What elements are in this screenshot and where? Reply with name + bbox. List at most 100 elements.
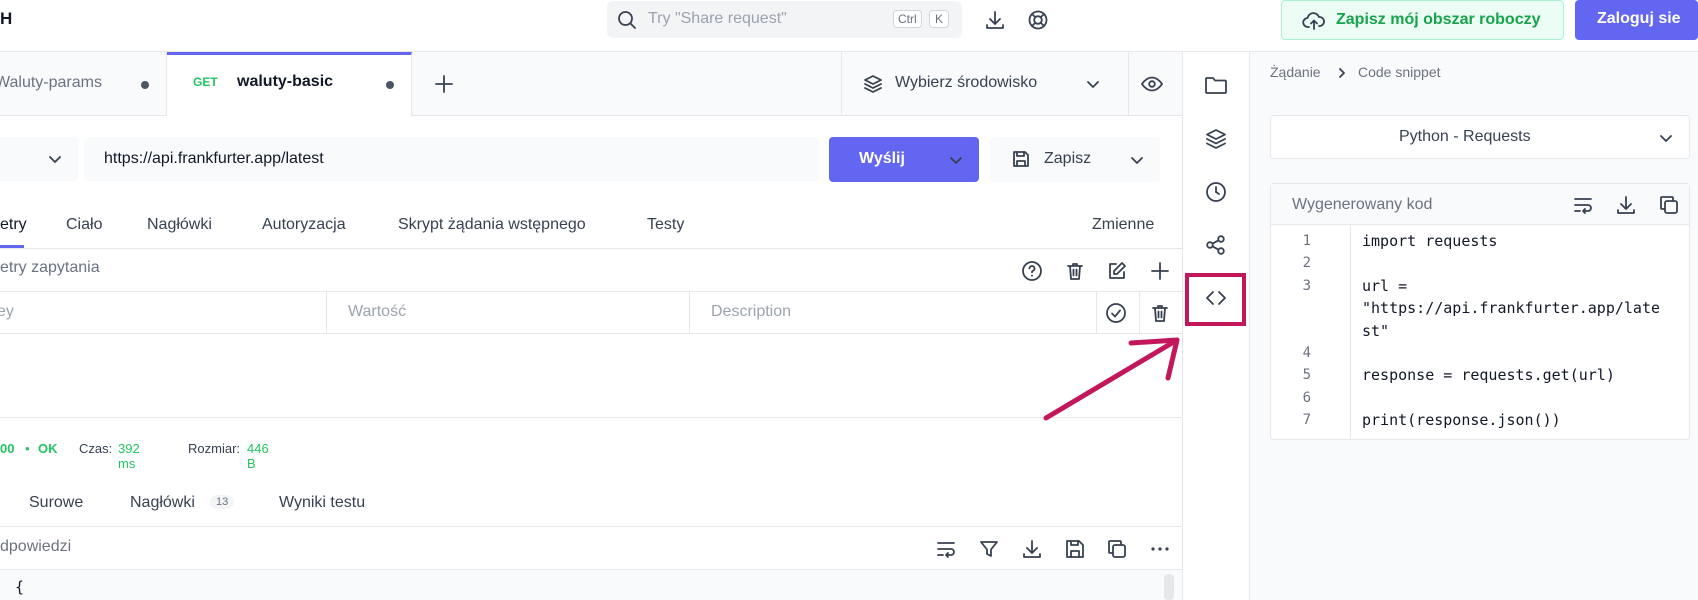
copy-response-icon[interactable]: [1106, 538, 1128, 560]
tab-params[interactable]: etry: [0, 216, 27, 234]
history-clock-icon[interactable]: [1204, 180, 1228, 204]
tab-tests[interactable]: Testy: [647, 216, 684, 234]
more-options-icon[interactable]: [1149, 538, 1171, 560]
download-code-icon[interactable]: [1615, 194, 1637, 216]
line-number: 2: [1302, 255, 1311, 272]
search-box[interactable]: Try "Share request" Ctrl K: [607, 1, 962, 38]
send-label: Wyślij: [859, 150, 905, 167]
code-lines[interactable]: 1 import requests 2 3 url = "https://api.f…: [1271, 230, 1689, 432]
code-line: 6: [1271, 387, 1689, 409]
send-button[interactable]: Wyślij: [829, 137, 979, 182]
time-label: Czas:: [79, 441, 113, 456]
chevron-down-icon: [1658, 130, 1674, 146]
request-tab-waluty-basic[interactable]: GET waluty-basic: [167, 52, 412, 116]
tab-method: GET: [193, 75, 218, 89]
line-number: 7: [1302, 412, 1311, 429]
line-number: 4: [1302, 344, 1311, 361]
delete-all-trash-icon[interactable]: [1064, 260, 1086, 282]
save-request-button[interactable]: Zapisz: [990, 137, 1160, 182]
tab-raw[interactable]: Surowe: [29, 494, 83, 512]
shortcut-key-ctrl: Ctrl: [893, 10, 922, 28]
chevron-down-icon: [47, 151, 63, 167]
param-key-input[interactable]: ey: [0, 303, 14, 321]
eye-icon[interactable]: [1140, 74, 1164, 94]
status-code: 00: [0, 441, 15, 456]
annotation-arrow: [1043, 337, 1180, 421]
variables-link[interactable]: Zmienne: [1092, 216, 1154, 234]
send-chevron-down-icon[interactable]: [948, 152, 964, 168]
size-value: 446 B: [247, 441, 269, 471]
add-param-plus-icon[interactable]: [1149, 260, 1171, 282]
right-icon-sidebar: [1183, 52, 1249, 600]
download-icon[interactable]: [984, 9, 1006, 31]
method-select[interactable]: [0, 137, 78, 181]
tab-headers[interactable]: Nagłówki: [147, 216, 212, 234]
params-row: ey Wartość Description: [0, 291, 1182, 334]
response-section-title: dpowiedzi: [0, 538, 72, 555]
param-value-input[interactable]: Wartość: [348, 303, 406, 321]
code-line: "https://api.frankfurter.app/late: [1271, 297, 1689, 319]
top-header: H Try "Share request" Ctrl K Zapisz mój …: [0, 0, 1698, 52]
tab-response-headers[interactable]: Nagłówki: [130, 494, 195, 512]
code-line: 5 response = requests.get(url): [1271, 364, 1689, 386]
breadcrumb-parent[interactable]: Żądanie: [1270, 64, 1321, 80]
line-number: 5: [1302, 367, 1311, 384]
line-code: st": [1362, 321, 1390, 340]
environment-select[interactable]: Wybierz środowisko: [842, 52, 1138, 116]
tab-label: waluty-basic: [237, 73, 334, 90]
save-response-disk-icon[interactable]: [1064, 538, 1086, 560]
line-number: 6: [1302, 389, 1311, 406]
shortcut-key-k: K: [929, 10, 950, 28]
breadcrumb-chevron-right-icon: [1336, 67, 1348, 79]
breadcrumb: Żądanie Code snippet: [1270, 64, 1441, 80]
line-number: 3: [1302, 277, 1311, 294]
collections-folder-icon[interactable]: [1204, 74, 1228, 96]
bulk-edit-pencil-icon[interactable]: [1106, 260, 1128, 282]
line-number: [1271, 297, 1311, 319]
code-line: 1 import requests: [1271, 230, 1689, 252]
url-input[interactable]: https://api.frankfurter.app/latest: [84, 137, 819, 181]
time-value: 392 ms: [118, 441, 140, 471]
login-label: Zaloguj sie: [1597, 10, 1681, 27]
status-text: OK: [38, 441, 58, 456]
code-line: 7 print(response.json()): [1271, 409, 1689, 431]
environments-layers-icon[interactable]: [1204, 127, 1228, 151]
response-body[interactable]: {: [0, 570, 1182, 600]
response-scrollbar[interactable]: [1164, 574, 1174, 600]
breadcrumb-current: Code snippet: [1358, 64, 1441, 80]
tab-authorization[interactable]: Autoryzacja: [262, 216, 346, 234]
filter-icon[interactable]: [978, 538, 1000, 560]
request-tab-waluty-params[interactable]: Waluty-params: [0, 52, 167, 116]
save-workspace-button[interactable]: Zapisz mój obszar roboczy: [1281, 0, 1564, 40]
environment-label: Wybierz środowisko: [895, 74, 1038, 91]
new-tab-plus-icon[interactable]: [433, 73, 455, 95]
save-disk-icon: [1011, 149, 1031, 169]
code-snippet-panel: Żądanie Code snippet Python - Requests W…: [1250, 52, 1698, 600]
line-number: [1271, 320, 1311, 342]
generated-code-title: Wygenerowany kod: [1292, 196, 1433, 213]
help-lifebuoy-icon[interactable]: [1027, 9, 1049, 31]
line-code: response = requests.get(url): [1362, 366, 1615, 385]
tab-test-results[interactable]: Wyniki testu: [279, 494, 365, 512]
wrap-lines-icon[interactable]: [935, 538, 957, 560]
login-button[interactable]: Zaloguj sie: [1575, 0, 1698, 40]
tab-pre-request-script[interactable]: Skrypt żądania wstępnego: [398, 216, 586, 234]
help-icon[interactable]: [1021, 260, 1043, 282]
size-label: Rozmiar:: [188, 441, 241, 456]
language-select[interactable]: Python - Requests: [1270, 115, 1690, 159]
url-value: https://api.frankfurter.app/latest: [104, 150, 324, 167]
download-response-icon[interactable]: [1021, 538, 1043, 560]
share-nodes-icon[interactable]: [1204, 233, 1228, 257]
delete-param-trash-icon[interactable]: [1149, 302, 1171, 324]
generated-code-box: Wygenerowany kod 1 import requests 2 3 url…: [1270, 183, 1690, 440]
cloud-upload-icon: [1302, 10, 1326, 32]
wrap-lines-icon[interactable]: [1572, 194, 1594, 216]
save-workspace-label: Zapisz mój obszar roboczy: [1336, 11, 1541, 28]
request-tab-bar: Waluty-params GET waluty-basic Wybierz ś…: [0, 52, 1182, 116]
enabled-check-circle-icon[interactable]: [1105, 302, 1127, 324]
tab-body[interactable]: Ciało: [66, 216, 102, 234]
param-description-input[interactable]: Description: [711, 303, 791, 321]
copy-code-icon[interactable]: [1658, 194, 1680, 216]
app-title: H: [0, 9, 13, 28]
request-options-tabs: etry Ciało Nagłówki Autoryzacja Skrypt ż…: [0, 210, 1182, 248]
